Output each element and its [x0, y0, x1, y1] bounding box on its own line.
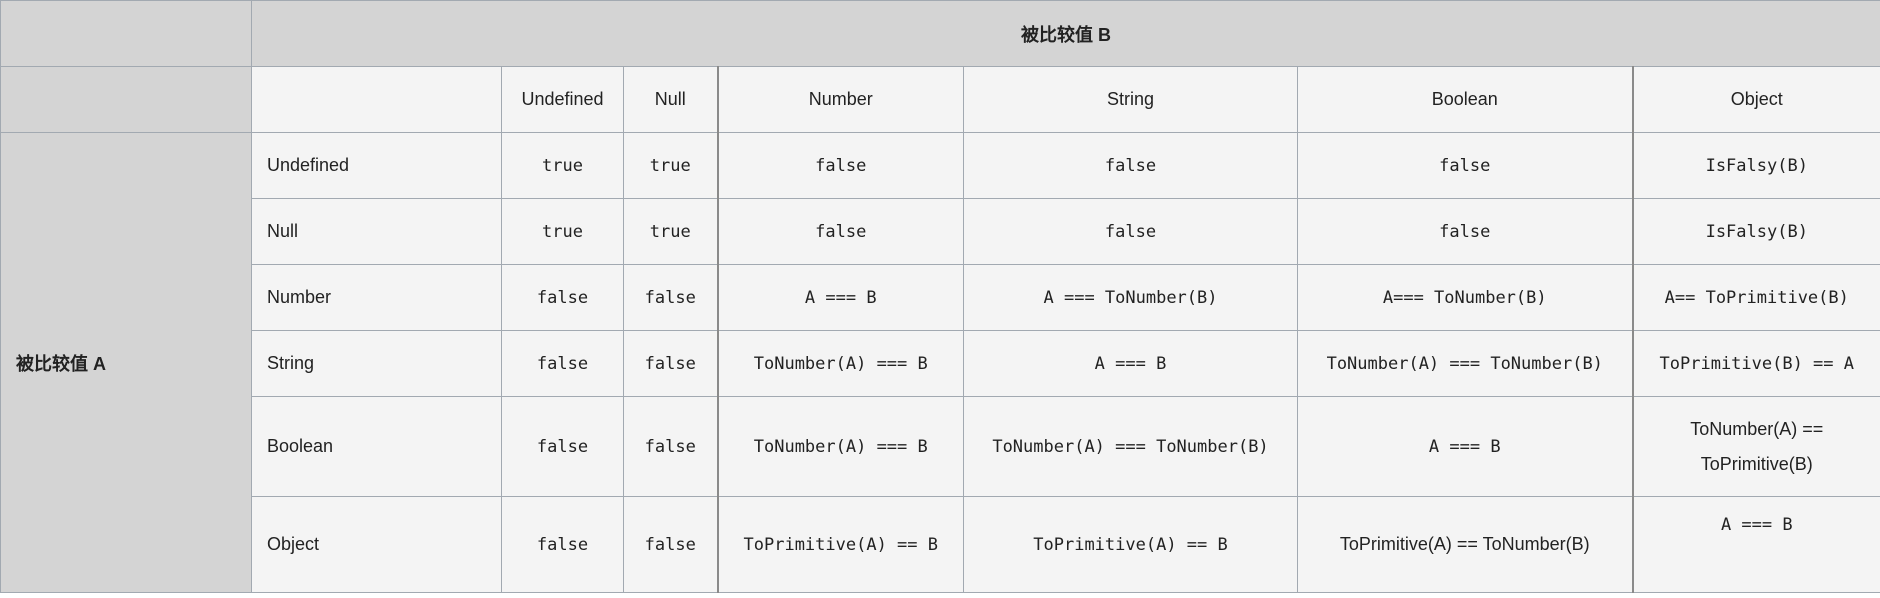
- column-header-boolean: Boolean: [1297, 66, 1633, 133]
- table-cell: false: [716, 132, 964, 199]
- table-cell: A== ToPrimitive(B): [1631, 264, 1880, 331]
- table-cell: A === B: [716, 264, 964, 331]
- row-label-null: Null: [251, 198, 502, 265]
- table-cell: ToNumber(A) === B: [716, 330, 964, 397]
- table-row: String false false ToNumber(A) === B A =…: [1, 330, 1880, 397]
- table-cell: false: [501, 264, 624, 331]
- column-header-string: String: [963, 66, 1298, 133]
- corner-cell: [0, 0, 252, 67]
- row-label-string: String: [251, 330, 502, 397]
- table-row: Object false false ToPrimitive(A) == B T…: [1, 496, 1880, 593]
- table-cell: ToNumber(A) == ToPrimitive(B): [1631, 396, 1880, 497]
- table-cell: false: [963, 132, 1298, 199]
- table-cell: A=== ToNumber(B): [1297, 264, 1633, 331]
- table-cell: ToPrimitive(A) == B: [716, 496, 964, 593]
- table-row: Boolean false false ToNumber(A) === B To…: [1, 396, 1880, 497]
- column-header-number: Number: [716, 66, 964, 133]
- compared-value-a-title: 被比较值 A: [0, 132, 252, 593]
- row-label-object: Object: [251, 496, 502, 593]
- table-cell: A === B: [963, 330, 1298, 397]
- table-cell: A === ToNumber(B): [963, 264, 1298, 331]
- table-cell: A === B: [1631, 496, 1880, 593]
- row-label-undefined: Undefined: [251, 132, 502, 199]
- row-label-number: Number: [251, 264, 502, 331]
- empty-header-cell: [251, 66, 502, 133]
- table-cell: true: [623, 132, 718, 199]
- header-row-title: 被比较值 B: [0, 0, 1880, 67]
- table-cell: IsFalsy(B): [1631, 198, 1880, 265]
- table-cell: true: [623, 198, 718, 265]
- compared-value-b-title: 被比较值 B: [250, 0, 1880, 67]
- table-cell: true: [501, 198, 624, 265]
- table-cell: false: [716, 198, 964, 265]
- table-row: 被比较值 A Undefined true true false false f…: [0, 132, 1880, 593]
- table-cell: ToNumber(A) === ToNumber(B): [963, 396, 1298, 497]
- table-cell: ToPrimitive(A) == B: [963, 496, 1298, 593]
- table-cell: ToPrimitive(A) == ToNumber(B): [1297, 496, 1633, 593]
- table-cell: false: [501, 330, 624, 397]
- table-row: Number false false A === B A === ToNumbe…: [1, 264, 1880, 331]
- table-cell: ToNumber(A) === ToNumber(B): [1297, 330, 1633, 397]
- table-cell: true: [501, 132, 624, 199]
- corner-cell-2: [0, 66, 252, 133]
- column-header-object: Object: [1631, 66, 1880, 133]
- column-header-undefined: Undefined: [501, 66, 624, 133]
- table-cell: ToPrimitive(B) == A: [1631, 330, 1880, 397]
- table-cell: ToNumber(A) === B: [716, 396, 964, 497]
- table-cell: false: [1297, 132, 1633, 199]
- table-cell: false: [623, 396, 718, 497]
- table-cell: A === B: [1297, 396, 1633, 497]
- table-cell: false: [623, 496, 718, 593]
- table-cell: false: [963, 198, 1298, 265]
- column-header-null: Null: [623, 66, 718, 133]
- table-cell: false: [501, 396, 624, 497]
- row-label-boolean: Boolean: [251, 396, 502, 497]
- header-row-columns: Undefined Null Number String Boolean Obj…: [0, 66, 1880, 133]
- table-cell: false: [1297, 198, 1633, 265]
- table-cell: false: [501, 496, 624, 593]
- table-cell: false: [623, 330, 718, 397]
- table-row: Null true true false false false IsFalsy…: [1, 198, 1880, 265]
- table-cell: false: [623, 264, 718, 331]
- table-cell: IsFalsy(B): [1631, 132, 1880, 199]
- comparison-table: 被比较值 B Undefined Null Number String Bool…: [0, 0, 1880, 593]
